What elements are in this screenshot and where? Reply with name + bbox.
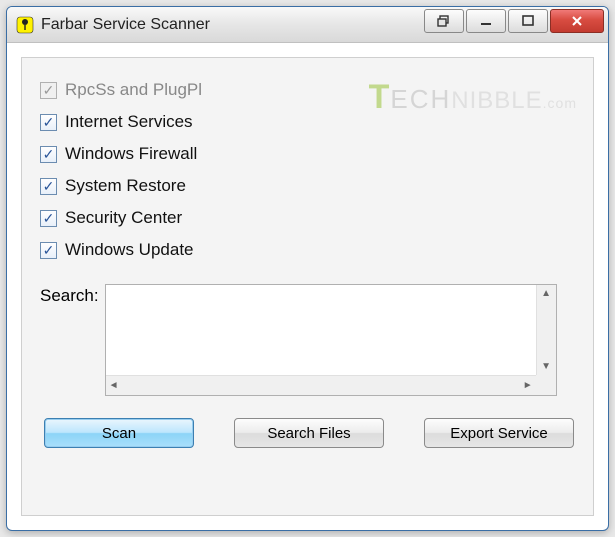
check-system-restore[interactable]: ✓ System Restore [40,170,575,202]
export-service-button[interactable]: Export Service [424,418,574,448]
scroll-left-icon[interactable]: ◄ [106,377,122,394]
scroll-up-icon[interactable]: ▲ [538,285,554,302]
check-label: RpcSs and PlugPl [65,80,202,100]
checkbox-icon[interactable]: ✓ [40,178,57,195]
vertical-scrollbar[interactable]: ▲ ▼ [536,285,556,375]
search-row: Search: ▲ ▼ ◄ ► [40,284,575,396]
search-label: Search: [40,284,99,306]
horizontal-scrollbar[interactable]: ◄ ► [106,375,536,395]
scroll-corner [536,375,556,395]
scroll-right-icon[interactable]: ► [520,377,536,394]
close-button[interactable] [550,9,604,33]
checkbox-icon[interactable]: ✓ [40,210,57,227]
check-internet-services[interactable]: ✓ Internet Services [40,106,575,138]
check-label: Security Center [65,208,182,228]
titlebar[interactable]: Farbar Service Scanner [7,7,608,43]
checkbox-icon[interactable]: ✓ [40,242,57,259]
check-rpcss-plugpl: ✓ RpcSs and PlugPl [40,74,575,106]
check-label: Internet Services [65,112,193,132]
scroll-down-icon[interactable]: ▼ [538,358,554,375]
check-security-center[interactable]: ✓ Security Center [40,202,575,234]
button-row: Scan Search Files Export Service [40,418,575,448]
minimize-button[interactable] [466,9,506,33]
app-icon [15,15,35,35]
maximize-button[interactable] [508,9,548,33]
restore-down-button[interactable] [424,9,464,33]
search-input[interactable] [106,285,536,375]
check-label: Windows Firewall [65,144,197,164]
app-window: Farbar Service Scanner TECHNIBBLE.com ✓ … [6,6,609,531]
search-box: ▲ ▼ ◄ ► [105,284,557,396]
titlebar-buttons [424,9,604,33]
check-label: Windows Update [65,240,194,260]
search-files-button[interactable]: Search Files [234,418,384,448]
checkbox-icon[interactable]: ✓ [40,114,57,131]
checkbox-icon: ✓ [40,82,57,99]
scan-button[interactable]: Scan [44,418,194,448]
client-area: TECHNIBBLE.com ✓ RpcSs and PlugPl ✓ Inte… [21,57,594,516]
check-windows-update[interactable]: ✓ Windows Update [40,234,575,266]
checkbox-icon[interactable]: ✓ [40,146,57,163]
check-label: System Restore [65,176,186,196]
check-windows-firewall[interactable]: ✓ Windows Firewall [40,138,575,170]
